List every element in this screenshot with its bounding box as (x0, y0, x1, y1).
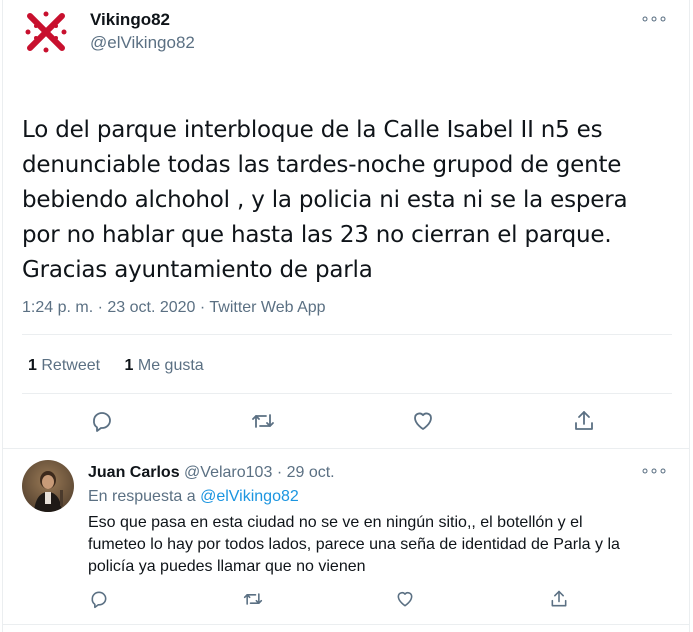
retweet-icon[interactable] (251, 409, 275, 433)
retweet-stat-label[interactable]: Retweet (41, 357, 100, 374)
burgundy-cross-icon (25, 11, 67, 53)
reply-text-line: policía ya puedes llamar que no vienen (88, 558, 366, 575)
timeline-border-left (2, 70, 3, 632)
author-handle[interactable]: @Velaro103 (184, 464, 272, 481)
reply-text-line: fumeteo lo hay por todos lados, parece u… (88, 536, 620, 553)
divider (2, 448, 690, 449)
tweet-text-line: Lo del parque interbloque de la Calle Is… (22, 117, 603, 143)
divider (2, 624, 690, 625)
more-icon[interactable]: ∘∘∘ (640, 461, 668, 481)
reply-icon[interactable] (90, 409, 114, 433)
timeline-border-left (2, 0, 3, 70)
divider (22, 334, 672, 335)
tweet-text-line: bebiendo alchohol , y la policia ni esta… (22, 187, 628, 213)
tweet-timestamp[interactable]: 1:24 p. m. · 23 oct. 2020 · Twitter Web … (22, 299, 326, 317)
retweet-icon[interactable] (243, 589, 263, 609)
divider (22, 393, 672, 394)
author-name[interactable]: Juan Carlos (88, 464, 180, 481)
like-count: 1 (124, 357, 134, 374)
tweet-text: Lo del parque interbloque de la Calle Is… (22, 113, 672, 288)
mention-link[interactable]: @elVikingo82 (200, 488, 299, 505)
heart-icon[interactable] (395, 589, 415, 609)
avatar[interactable] (22, 8, 70, 56)
tweet-text-line: Gracias ayuntamiento de parla (22, 257, 373, 283)
retweet-count: 1 (28, 357, 37, 374)
reply-text: Eso que pasa en esta ciudad no se ve en … (88, 512, 678, 578)
reply-text-line: Eso que pasa en esta ciudad no se ve en … (88, 514, 583, 531)
timeline-border-right (689, 0, 690, 632)
tweet-stats: 1 Retweet 1 Me gusta (28, 357, 204, 375)
like-stat-label[interactable]: Me gusta (138, 357, 204, 374)
reply-header: Juan Carlos @Velaro103 · 29 oct. (88, 464, 335, 482)
author-handle[interactable]: @elVikingo82 (90, 33, 195, 53)
heart-icon[interactable] (411, 409, 435, 433)
more-icon[interactable]: ∘∘∘ (640, 9, 668, 29)
tweet-text-line: denunciable todas las tardes-noche grupo… (22, 152, 622, 178)
in-reply-to: En respuesta a @elVikingo82 (88, 488, 299, 506)
avatar[interactable] (22, 460, 74, 512)
share-icon[interactable] (572, 409, 596, 433)
tweet-text-line: por no hablar que hasta las 23 no cierra… (22, 222, 612, 248)
reply-date[interactable]: · 29 oct. (277, 464, 335, 481)
author-name[interactable]: Vikingo82 (90, 10, 170, 30)
in-reply-to-label: En respuesta a (88, 488, 196, 505)
reply-icon[interactable] (89, 589, 109, 609)
share-icon[interactable] (549, 589, 569, 609)
